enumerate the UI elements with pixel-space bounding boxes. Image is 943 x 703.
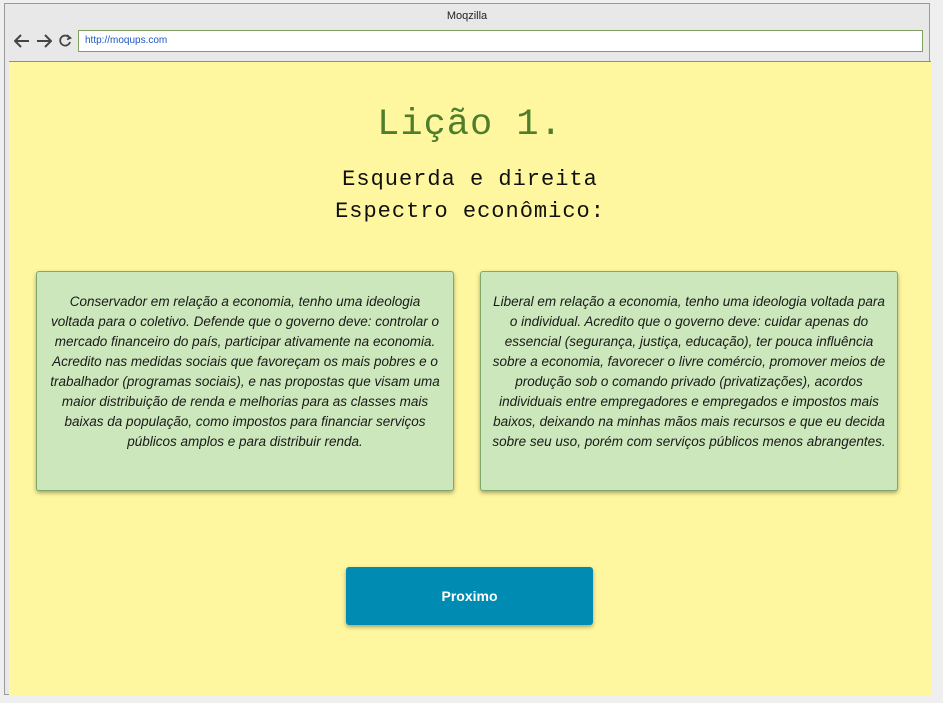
browser-window: Moqzilla http://moqups.com Lição 1. Esqu…	[4, 3, 931, 695]
page-content: Lição 1. Esquerda e direita Espectro eco…	[9, 61, 931, 695]
lesson-subtitle: Esquerda e direita Espectro econômico:	[9, 164, 931, 228]
subtitle-line-2: Espectro econômico:	[335, 199, 605, 224]
right-ideology-card: Liberal em relação a economia, tenho uma…	[480, 271, 898, 491]
reload-icon[interactable]	[56, 32, 74, 50]
left-ideology-card: Conservador em relação a economia, tenho…	[36, 271, 454, 491]
window-title: Moqzilla	[446, 10, 488, 22]
next-button[interactable]: Proximo	[346, 567, 593, 625]
navigation-bar: http://moqups.com	[5, 28, 929, 58]
lesson-title: Lição 1.	[377, 104, 563, 146]
subtitle-line-1: Esquerda e direita	[342, 167, 598, 192]
forward-icon[interactable]	[35, 32, 53, 50]
back-icon[interactable]	[13, 32, 31, 50]
address-bar[interactable]: http://moqups.com	[78, 30, 923, 52]
